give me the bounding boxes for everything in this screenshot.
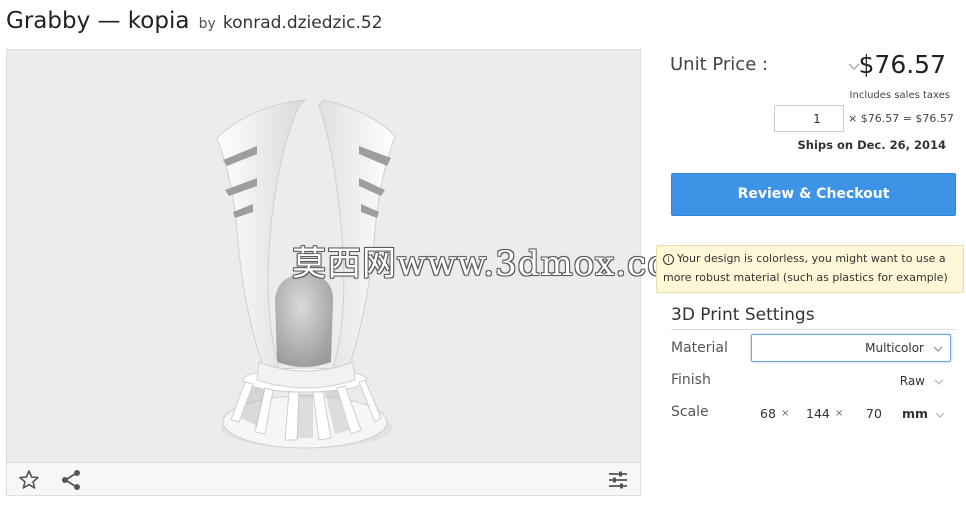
finish-value: Raw bbox=[899, 374, 925, 388]
chevron-down-icon[interactable] bbox=[933, 407, 947, 421]
product-title-row: Grabby — kopia by konrad.dziedzic.52 bbox=[6, 8, 383, 40]
finish-select[interactable]: Raw bbox=[751, 368, 951, 394]
unit-select[interactable]: mm bbox=[902, 406, 928, 421]
scale-x-input[interactable]: 68 bbox=[760, 406, 776, 421]
settings-title: 3D Print Settings bbox=[671, 305, 815, 325]
viewer-toolbar bbox=[7, 462, 640, 495]
scale-label: Scale bbox=[671, 404, 709, 420]
tax-note: Includes sales taxes bbox=[849, 90, 950, 101]
notice-text: Your design is colorless, you might want… bbox=[663, 252, 948, 284]
by-label: by bbox=[198, 16, 216, 32]
chevron-down-icon bbox=[932, 374, 946, 388]
sliders-icon[interactable] bbox=[606, 468, 630, 492]
unit-price-label: Unit Price : bbox=[670, 54, 769, 75]
scale-y-input[interactable]: 144 bbox=[806, 406, 830, 421]
star-icon[interactable] bbox=[17, 468, 41, 492]
material-select[interactable]: Multicolor bbox=[751, 334, 951, 362]
times-sign: × bbox=[781, 408, 790, 419]
watermark: 莫西网www.3dmox.com bbox=[292, 244, 702, 284]
material-value: Multicolor bbox=[865, 341, 924, 355]
line-total: × $76.57 = $76.57 bbox=[848, 112, 954, 125]
unit-price-value: $76.57 bbox=[858, 50, 946, 79]
info-icon: i bbox=[663, 254, 674, 265]
product-title: Grabby — kopia bbox=[6, 8, 190, 34]
colorless-notice: i Your design is colorless, you might wan… bbox=[656, 245, 964, 293]
material-label: Material bbox=[671, 340, 728, 356]
author-link[interactable]: konrad.dziedzic.52 bbox=[223, 13, 383, 33]
divider bbox=[671, 329, 956, 330]
times-sign: × bbox=[835, 408, 844, 419]
checkout-button[interactable]: Review & Checkout bbox=[671, 173, 956, 216]
chevron-down-icon bbox=[931, 341, 945, 355]
scale-z-input[interactable]: 70 bbox=[866, 406, 882, 421]
ship-date: Ships on Dec. 26, 2014 bbox=[797, 138, 946, 152]
share-icon[interactable] bbox=[59, 468, 83, 492]
quantity-input[interactable] bbox=[774, 105, 844, 132]
finish-label: Finish bbox=[671, 372, 711, 388]
